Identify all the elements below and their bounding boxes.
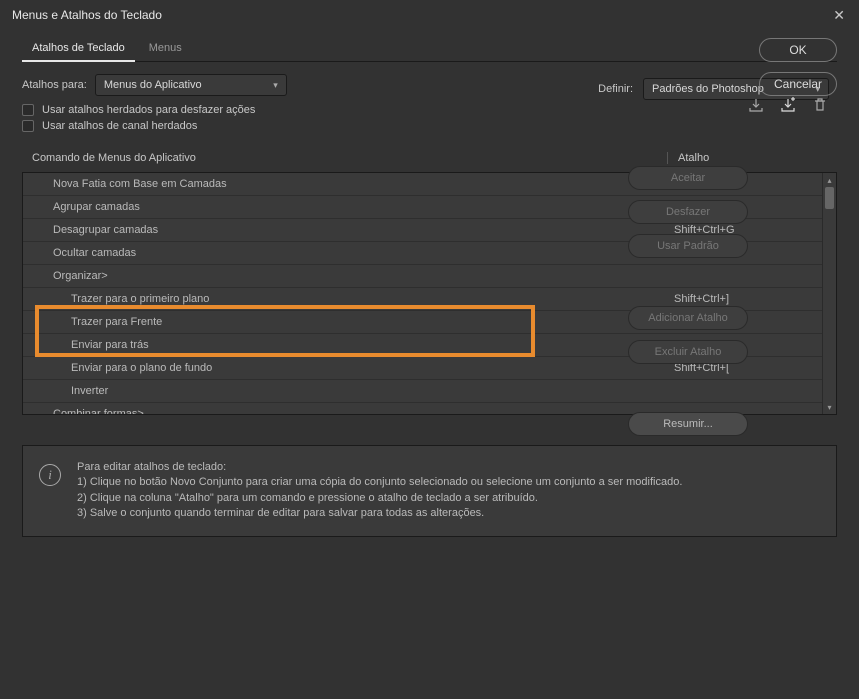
legacy-channel-label: Usar atalhos de canal herdados (42, 120, 197, 132)
row-command: Organizar> (23, 270, 674, 282)
row-command: Enviar para o plano de fundo (23, 362, 674, 374)
accept-button[interactable]: Aceitar (628, 166, 748, 190)
info-line2: 2) Clique na coluna "Atalho" para um com… (77, 491, 682, 506)
summarize-button[interactable]: Resumir... (628, 412, 748, 436)
row-command: Nova Fatia com Base em Camadas (23, 178, 674, 190)
ok-button[interactable]: OK (759, 38, 837, 62)
undo-button[interactable]: Desfazer (628, 200, 748, 224)
row-command: Inverter (23, 385, 674, 397)
tab-menus[interactable]: Menus (139, 37, 192, 62)
close-icon[interactable]: ✕ (825, 3, 853, 28)
info-heading: Para editar atalhos de teclado: (77, 460, 682, 475)
row-command: Agrupar camadas (23, 201, 674, 213)
use-default-button[interactable]: Usar Padrão (628, 234, 748, 258)
shortcuts-for-value: Menus do Aplicativo (104, 79, 202, 91)
info-icon: i (39, 464, 61, 486)
legacy-undo-checkbox[interactable] (22, 104, 34, 116)
shortcuts-for-select[interactable]: Menus do Aplicativo ▾ (95, 74, 287, 96)
cancel-button[interactable]: Cancelar (759, 72, 837, 96)
add-shortcut-button[interactable]: Adicionar Atalho (628, 306, 748, 330)
legacy-undo-label: Usar atalhos herdados para desfazer açõe… (42, 104, 255, 116)
scrollbar[interactable]: ▴ ▾ (822, 173, 836, 414)
row-command: Desagrupar camadas (23, 224, 674, 236)
tab-shortcuts[interactable]: Atalhos de Teclado (22, 37, 135, 62)
chevron-down-icon: ▾ (273, 80, 278, 91)
titlebar: Menus e Atalhos do Teclado ✕ (0, 0, 859, 30)
trash-icon[interactable] (811, 96, 829, 114)
window-title: Menus e Atalhos do Teclado (12, 8, 162, 22)
tabs: Atalhos de Teclado Menus (22, 36, 837, 62)
row-command: Enviar para trás (23, 339, 674, 351)
scroll-up-icon[interactable]: ▴ (823, 173, 836, 187)
scroll-thumb[interactable] (825, 187, 834, 209)
row-command: Trazer para Frente (23, 316, 674, 328)
info-panel: i Para editar atalhos de teclado: 1) Cli… (22, 445, 837, 537)
info-line1: 1) Clique no botão Novo Conjunto para cr… (77, 475, 682, 490)
save-set-icon[interactable] (747, 96, 765, 114)
col-command: Comando de Menus do Aplicativo (32, 152, 667, 164)
new-set-icon[interactable] (779, 96, 797, 114)
info-line3: 3) Salve o conjunto quando terminar de e… (77, 506, 682, 521)
scroll-down-icon[interactable]: ▾ (823, 400, 836, 414)
delete-shortcut-button[interactable]: Excluir Atalho (628, 340, 748, 364)
set-label: Definir: (598, 83, 633, 95)
shortcuts-for-label: Atalhos para: (22, 79, 87, 91)
set-value: Padrões do Photoshop (652, 83, 764, 95)
row-command: Ocultar camadas (23, 247, 674, 259)
row-command: Combinar formas> (23, 408, 674, 415)
row-command: Trazer para o primeiro plano (23, 293, 674, 305)
legacy-channel-checkbox[interactable] (22, 120, 34, 132)
